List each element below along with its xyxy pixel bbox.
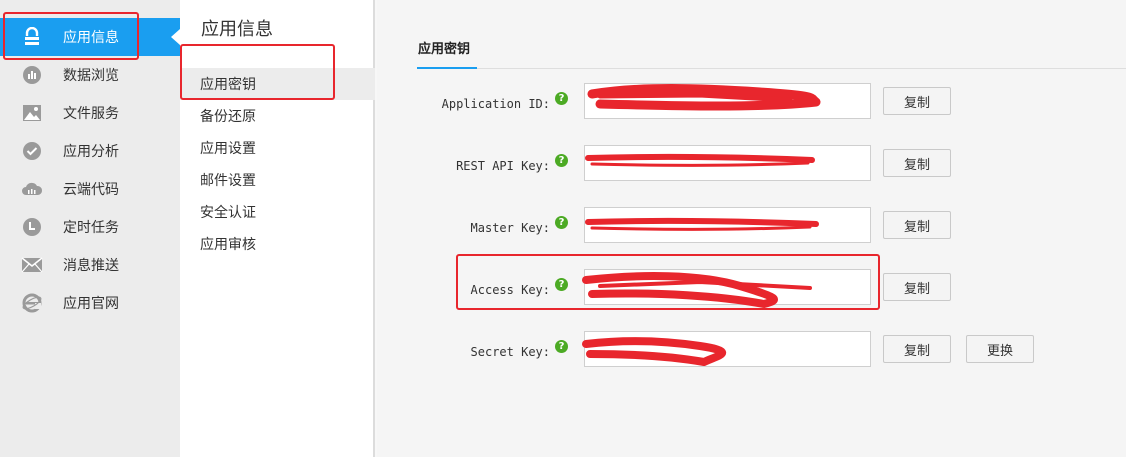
help-icon[interactable]: ? <box>555 92 568 105</box>
help-icon[interactable]: ? <box>555 340 568 353</box>
main-content: 应用密钥 Application ID: ? 复制 REST API Key: … <box>377 0 1126 457</box>
secret-key-label: Secret Key: <box>470 345 550 359</box>
regenerate-button[interactable]: 更换 <box>966 335 1034 363</box>
section-underline <box>417 67 477 69</box>
subnav-item-backup[interactable]: 备份还原 <box>180 100 375 132</box>
rest-api-key-label: REST API Key: <box>456 159 550 173</box>
cloud-icon <box>21 178 43 200</box>
help-icon[interactable]: ? <box>555 154 568 167</box>
copy-button[interactable]: 复制 <box>883 335 951 363</box>
image-icon <box>21 102 43 124</box>
subnav-item-app-keys[interactable]: 应用密钥 <box>180 68 375 100</box>
application-id-label: Application ID: <box>441 97 550 111</box>
subnav-item-security[interactable]: 安全认证 <box>180 196 375 228</box>
nav-label: 应用官网 <box>63 296 119 312</box>
copy-button[interactable]: 复制 <box>883 211 951 239</box>
section-title: 应用密钥 <box>418 42 471 57</box>
envelope-icon <box>21 254 43 276</box>
main-sidebar: 应用信息 数据浏览 文件服务 应用分析 云端代码 定时任务 消息推送 应用官网 <box>0 0 180 457</box>
secret-key-field[interactable] <box>584 331 871 367</box>
nav-label: 云端代码 <box>63 182 119 198</box>
nav-item-scheduled-tasks[interactable]: 定时任务 <box>0 208 180 246</box>
application-id-field[interactable] <box>584 83 871 119</box>
subnav-item-app-review[interactable]: 应用审核 <box>180 228 375 260</box>
access-key-field[interactable] <box>584 269 871 305</box>
nav-label: 数据浏览 <box>63 68 119 84</box>
clock-icon <box>21 216 43 238</box>
ie-icon <box>21 292 43 314</box>
nav-item-file-service[interactable]: 文件服务 <box>0 94 180 132</box>
nav-label: 文件服务 <box>63 106 119 122</box>
copy-button[interactable]: 复制 <box>883 87 951 115</box>
help-icon[interactable]: ? <box>555 278 568 291</box>
nav-item-push[interactable]: 消息推送 <box>0 246 180 284</box>
nav-item-cloud-code[interactable]: 云端代码 <box>0 170 180 208</box>
nav-label: 应用分析 <box>63 144 119 160</box>
master-key-field[interactable] <box>584 207 871 243</box>
nav-label: 消息推送 <box>63 258 119 274</box>
section-divider <box>417 68 1126 69</box>
help-icon[interactable]: ? <box>555 216 568 229</box>
access-key-label: Access Key: <box>470 283 550 297</box>
nav-item-app-info[interactable]: 应用信息 <box>0 18 180 56</box>
lock-icon <box>21 26 43 48</box>
subnav-item-app-settings[interactable]: 应用设置 <box>180 132 375 164</box>
subnav-item-mail-settings[interactable]: 邮件设置 <box>180 164 375 196</box>
nav-item-website[interactable]: 应用官网 <box>0 284 180 322</box>
sub-sidebar: 应用信息 应用密钥 备份还原 应用设置 邮件设置 安全认证 应用审核 <box>180 0 375 457</box>
nav-label: 定时任务 <box>63 220 119 236</box>
nav-item-data-browse[interactable]: 数据浏览 <box>0 56 180 94</box>
copy-button[interactable]: 复制 <box>883 273 951 301</box>
check-circle-icon <box>21 140 43 162</box>
copy-button[interactable]: 复制 <box>883 149 951 177</box>
rest-api-key-field[interactable] <box>584 145 871 181</box>
active-pointer <box>171 29 180 45</box>
subnav-title: 应用信息 <box>201 19 273 40</box>
master-key-label: Master Key: <box>470 221 550 235</box>
nav-label: 应用信息 <box>63 30 119 46</box>
nav-item-app-analytics[interactable]: 应用分析 <box>0 132 180 170</box>
bar-chart-icon <box>21 64 43 86</box>
